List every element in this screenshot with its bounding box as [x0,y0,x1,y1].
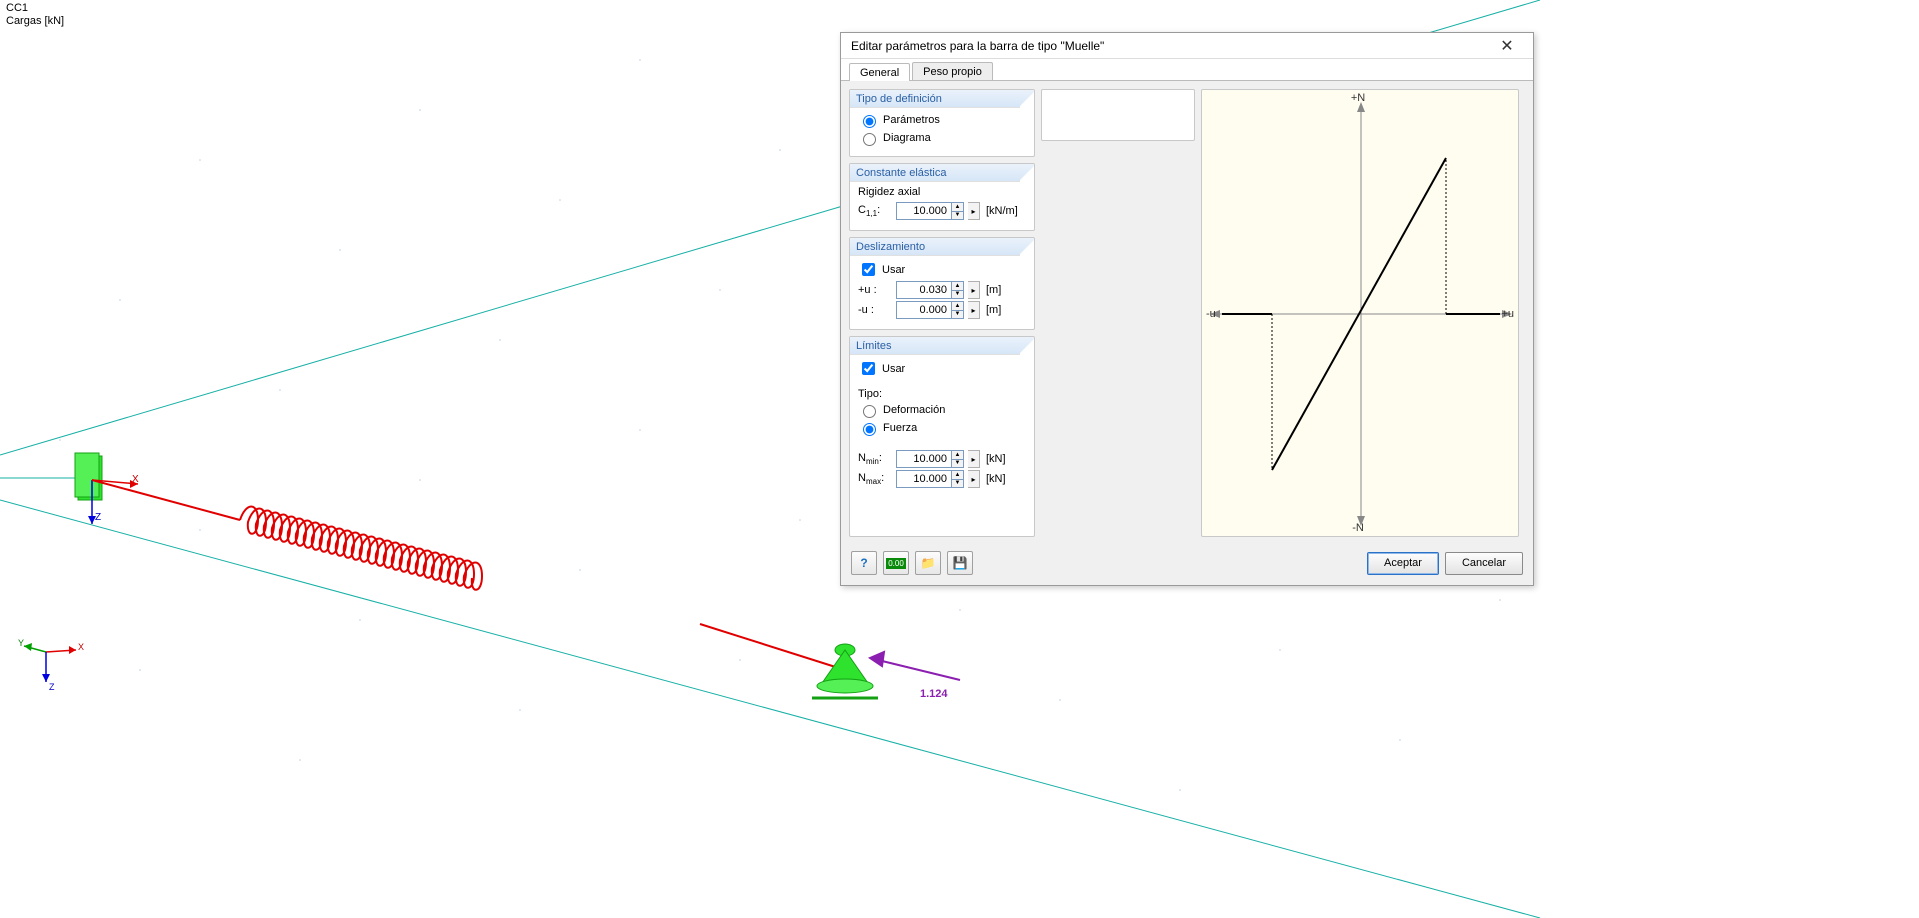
help-icon[interactable]: ? [851,551,877,575]
dialog-title: Editar parámetros para la barra de tipo … [851,39,1487,53]
plus-u-input[interactable]: ▲▼ [896,281,964,299]
tabstrip: General Peso propio [841,59,1533,81]
support-fixed [75,453,102,500]
axis-z-big: Z [95,512,101,523]
spin-down-icon[interactable]: ▼ [951,311,963,319]
axis-minus-u: -u [1206,308,1216,320]
spring-params-dialog: Editar parámetros para la barra de tipo … [840,32,1534,586]
gizmo-x: X [78,642,84,652]
axis-plus-u: +u [1501,308,1514,320]
axis-minus-n: -N [1352,522,1364,534]
empty-panel [1041,89,1195,141]
group-limites: Límites Usar Tipo: Deformación Fuerza [849,336,1035,537]
spin-down-icon[interactable]: ▼ [951,480,963,488]
support-pinned [812,644,878,698]
group-tipo-definicion: Tipo de definición Parámetros Diagrama [849,89,1035,157]
tab-peso-propio[interactable]: Peso propio [912,62,993,80]
spin-up-icon[interactable]: ▲ [951,451,963,460]
group-deslizamiento: Deslizamiento Usar +u : ▲▼ ▸ [m] -u : [849,237,1035,330]
units-icon[interactable]: 0.00 [883,551,909,575]
spin-down-icon[interactable]: ▼ [951,291,963,299]
load-value: 1.124 [920,688,948,700]
c11-input[interactable]: ▲▼ [896,202,964,220]
radio-deformacion[interactable]: Deformación [858,402,1026,418]
c11-label: C1,1: [858,204,892,218]
radio-diagrama[interactable]: Diagrama [858,130,1026,146]
tab-general[interactable]: General [849,63,910,81]
nmin-input[interactable]: ▲▼ [896,450,964,468]
spring-coil[interactable] [240,507,482,590]
check-usar-deslizamiento[interactable]: Usar [858,260,1026,279]
load-arrow[interactable] [870,652,960,680]
radio-parametros[interactable]: Parámetros [858,112,1026,128]
spin-down-icon[interactable]: ▼ [951,212,963,220]
spin-up-icon[interactable]: ▲ [951,282,963,291]
save-icon[interactable]: 💾 [947,551,973,575]
axis-plus-n: +N [1351,92,1365,104]
stepper-button[interactable]: ▸ [968,301,980,319]
group-constante-elastica: Constante elástica Rigidez axial C1,1: ▲… [849,163,1035,231]
axis-x-big: X [132,474,139,485]
member-line-left[interactable] [92,480,240,520]
cancel-button[interactable]: Cancelar [1445,552,1523,575]
stepper-button[interactable]: ▸ [968,281,980,299]
spin-up-icon[interactable]: ▲ [951,203,963,212]
close-icon[interactable]: ✕ [1487,34,1527,58]
gizmo-z: Z [49,682,55,692]
minus-u-input[interactable]: ▲▼ [896,301,964,319]
world-axes-gizmo [24,643,76,682]
open-icon[interactable]: 📁 [915,551,941,575]
nmax-label: Nmax: [858,472,892,486]
check-usar-limites[interactable]: Usar [858,359,1026,378]
member-line-right[interactable] [700,624,845,670]
spin-down-icon[interactable]: ▼ [951,460,963,468]
dialog-titlebar[interactable]: Editar parámetros para la barra de tipo … [841,33,1533,59]
viewport-label: CC1 Cargas [kN] [6,2,64,28]
accept-button[interactable]: Aceptar [1367,552,1439,575]
nmax-input[interactable]: ▲▼ [896,470,964,488]
stepper-button[interactable]: ▸ [968,450,980,468]
stepper-button[interactable]: ▸ [968,202,980,220]
stepper-button[interactable]: ▸ [968,470,980,488]
nmin-label: Nmin: [858,452,892,466]
spring-diagram: +N -N +u -u [1201,89,1519,537]
radio-fuerza[interactable]: Fuerza [858,420,1026,436]
spin-up-icon[interactable]: ▲ [951,302,963,311]
gizmo-y: Y [18,638,24,648]
spin-up-icon[interactable]: ▲ [951,471,963,480]
